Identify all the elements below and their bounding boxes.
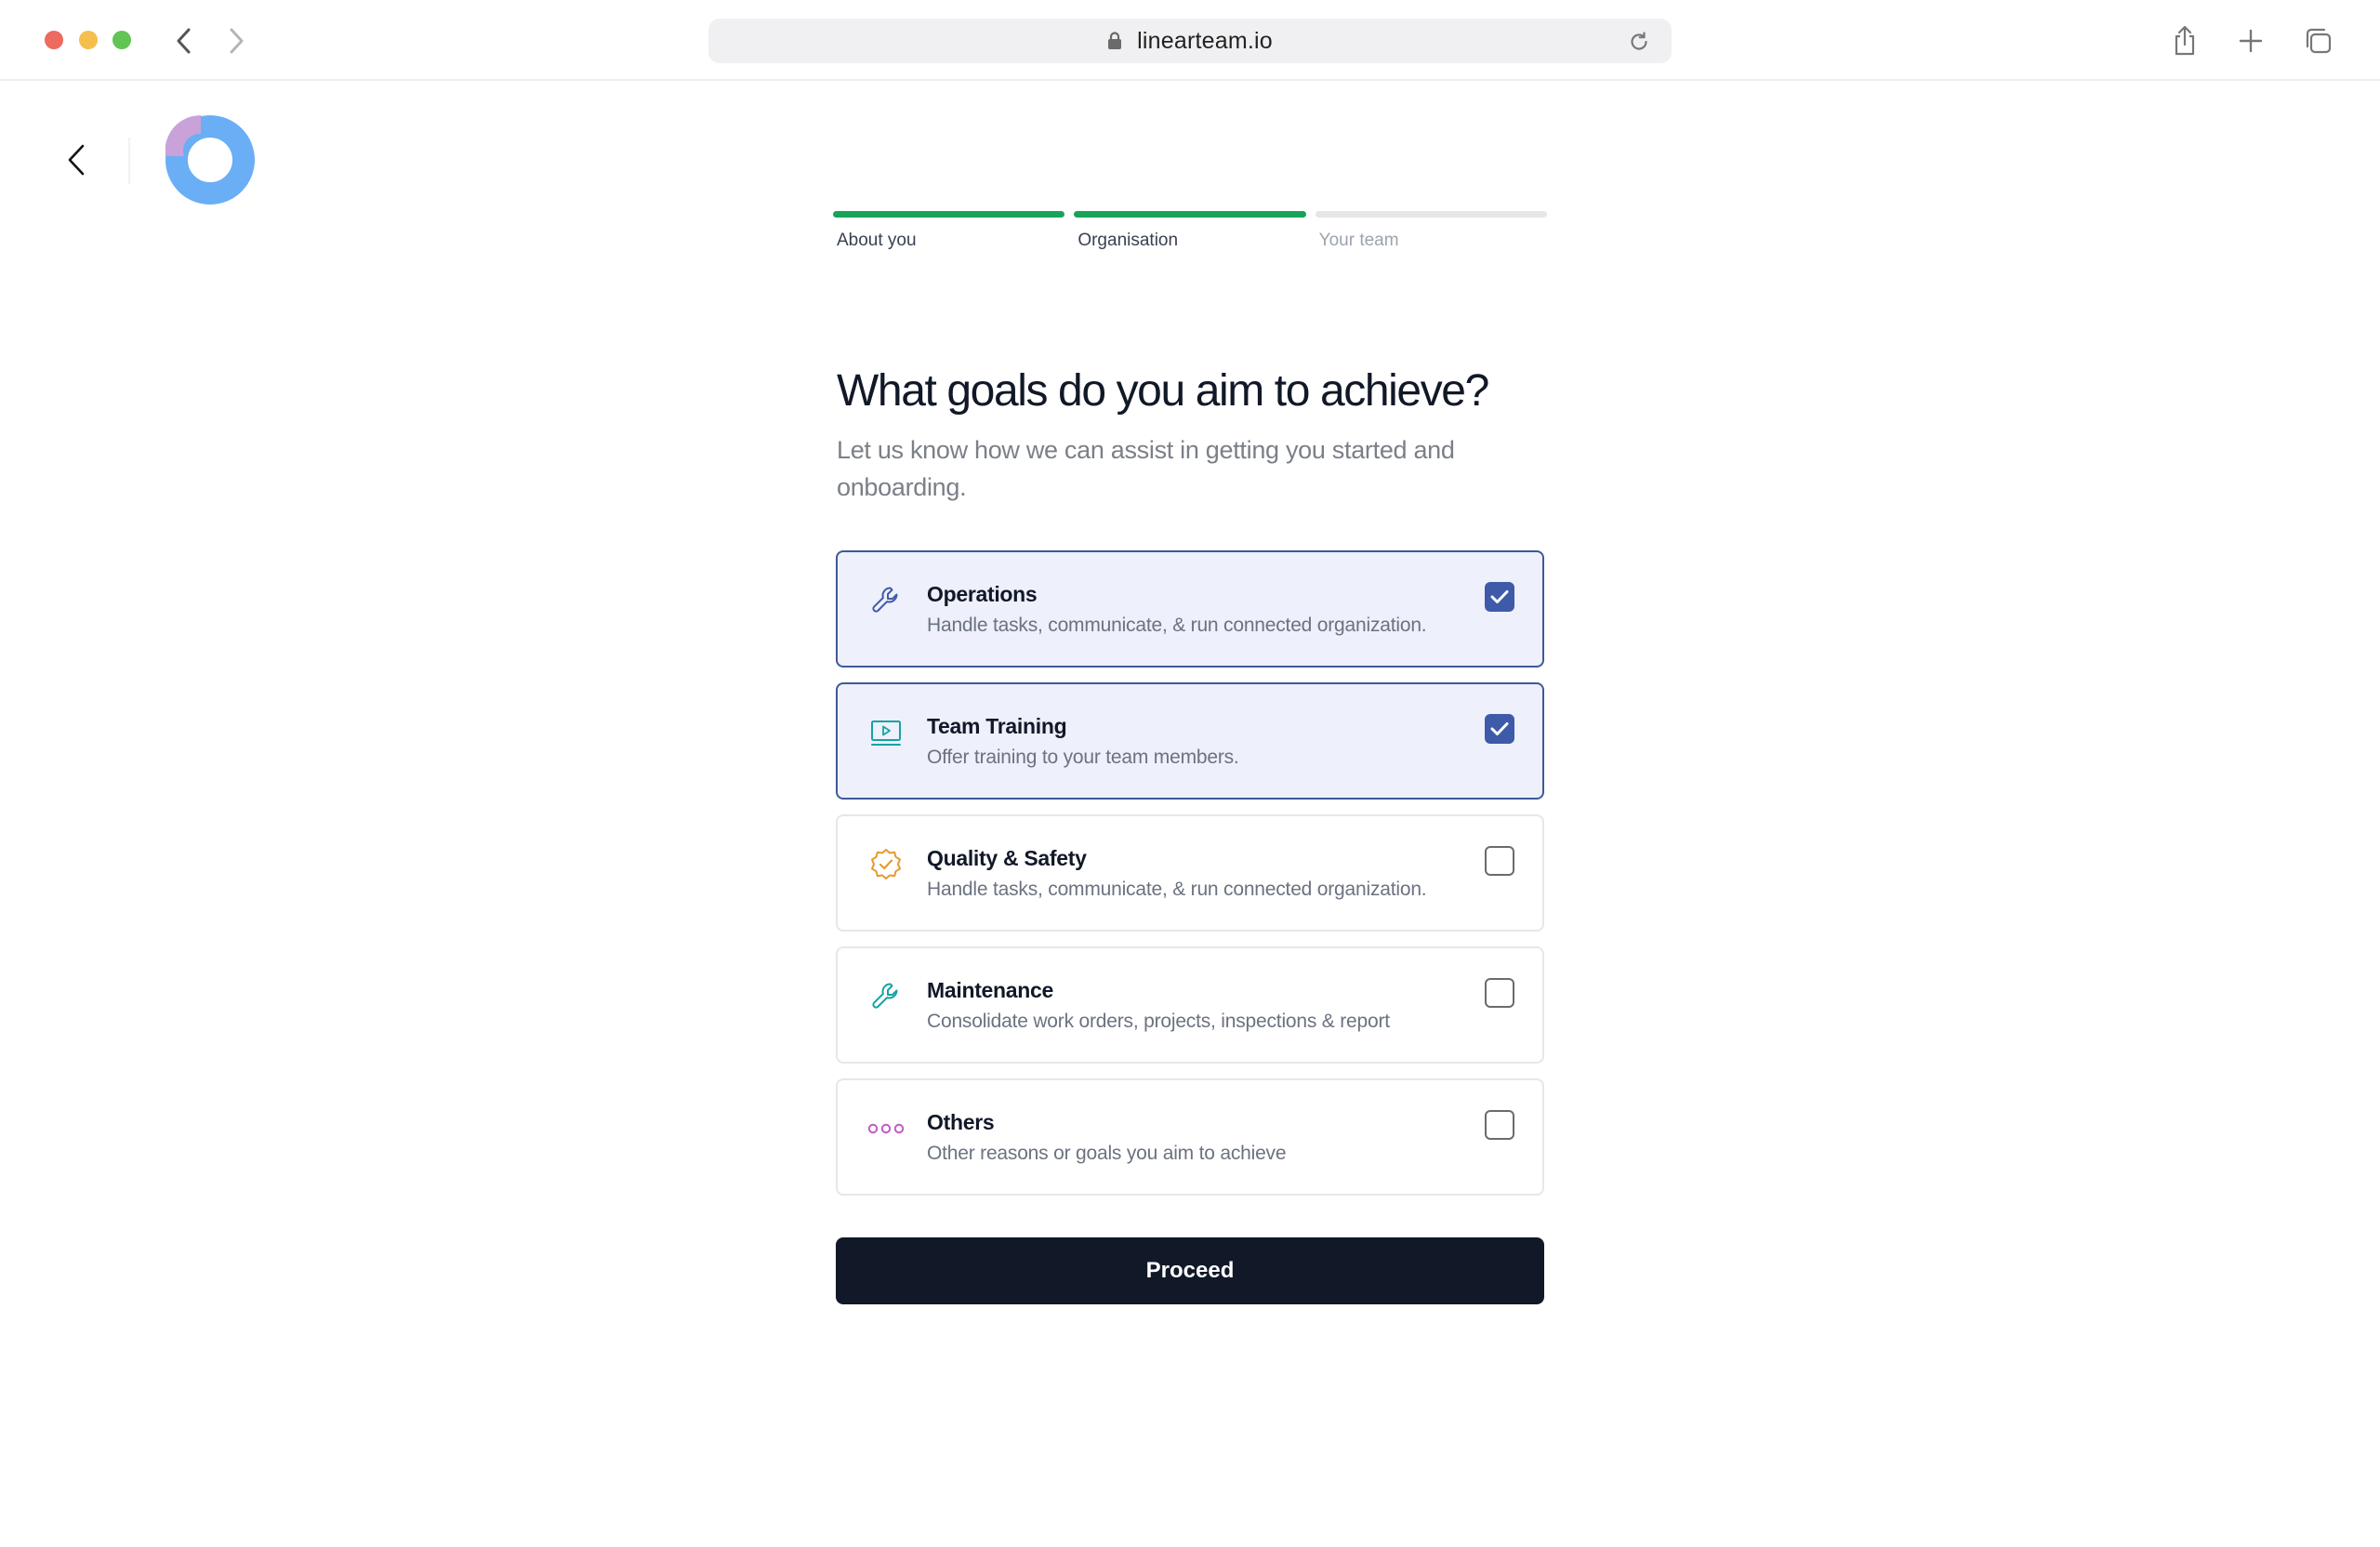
step-organisation: Organisation	[1074, 211, 1306, 251]
browser-forward-button[interactable]	[218, 22, 255, 60]
share-button[interactable]	[2166, 22, 2203, 60]
proceed-button[interactable]: Proceed	[836, 1237, 1544, 1304]
lock-icon	[1107, 31, 1124, 51]
step-your-team: Your team	[1315, 211, 1547, 251]
step-about-you: About you	[833, 211, 1065, 251]
goal-option-team-training[interactable]: Team Training Offer training to your tea…	[836, 682, 1544, 800]
option-checkbox[interactable]	[1485, 978, 1514, 1008]
goal-options-list: Operations Handle tasks, communicate, & …	[836, 550, 1544, 1210]
option-description: Other reasons or goals you aim to achiev…	[927, 1143, 1287, 1164]
goals-heading-section: What goals do you aim to achieve? Let us…	[837, 364, 1543, 506]
maximize-window-button[interactable]	[112, 31, 131, 49]
option-title: Operations	[927, 582, 1038, 606]
new-tab-button[interactable]	[2232, 22, 2269, 60]
step-label: Organisation	[1078, 231, 1179, 250]
tabs-icon	[2306, 28, 2332, 54]
option-title: Others	[927, 1110, 995, 1134]
video-play-icon	[867, 714, 905, 751]
step-progress-bar	[1315, 211, 1547, 218]
option-description: Consolidate work orders, projects, inspe…	[927, 1011, 1390, 1032]
address-bar[interactable]: linearteam.io	[708, 19, 1672, 63]
option-checkbox[interactable]	[1485, 1110, 1514, 1140]
option-description: Handle tasks, communicate, & run connect…	[927, 615, 1427, 636]
badge-check-icon	[867, 846, 905, 883]
option-description: Offer training to your team members.	[927, 747, 1239, 768]
step-label: About you	[837, 231, 917, 250]
goal-option-quality-safety[interactable]: Quality & Safety Handle tasks, communica…	[836, 814, 1544, 932]
page-title: What goals do you aim to achieve?	[837, 366, 1489, 416]
brand-logo	[164, 112, 257, 208]
option-checkbox[interactable]	[1485, 582, 1514, 612]
chevron-right-icon	[230, 28, 244, 54]
step-progress-bar	[1074, 211, 1306, 218]
tab-overview-button[interactable]	[2299, 22, 2336, 60]
goal-option-others[interactable]: Others Other reasons or goals you aim to…	[836, 1078, 1544, 1196]
option-title: Maintenance	[927, 978, 1054, 1002]
plus-icon	[2239, 29, 2263, 53]
browser-back-button[interactable]	[165, 22, 203, 60]
share-icon	[2175, 25, 2195, 56]
option-title: Quality & Safety	[927, 846, 1087, 870]
close-window-button[interactable]	[45, 31, 63, 49]
browser-toolbar: linearteam.io	[0, 0, 2380, 81]
goal-option-maintenance[interactable]: Maintenance Consolidate work orders, pro…	[836, 946, 1544, 1064]
chevron-left-icon	[177, 28, 191, 54]
progress-stepper: About you Organisation Your team	[833, 211, 1547, 251]
header-divider	[128, 138, 130, 184]
option-checkbox[interactable]	[1485, 846, 1514, 876]
checkmark-icon	[1490, 722, 1509, 735]
option-checkbox[interactable]	[1485, 714, 1514, 744]
wrench-icon	[867, 978, 905, 1015]
step-label: Your team	[1318, 231, 1399, 250]
step-progress-bar	[833, 211, 1065, 218]
wrench-icon	[867, 582, 905, 619]
option-title: Team Training	[927, 714, 1067, 738]
minimize-window-button[interactable]	[79, 31, 98, 49]
option-description: Handle tasks, communicate, & run connect…	[927, 879, 1427, 900]
goal-option-operations[interactable]: Operations Handle tasks, communicate, & …	[836, 550, 1544, 668]
reload-icon[interactable]	[1627, 30, 1651, 54]
checkmark-icon	[1490, 590, 1509, 603]
chevron-left-icon	[68, 144, 85, 176]
back-button[interactable]	[58, 139, 95, 180]
url-text: linearteam.io	[1137, 27, 1273, 54]
more-dots-icon	[867, 1110, 905, 1147]
page-subtitle: Let us know how we can assist in getting…	[837, 435, 1455, 501]
